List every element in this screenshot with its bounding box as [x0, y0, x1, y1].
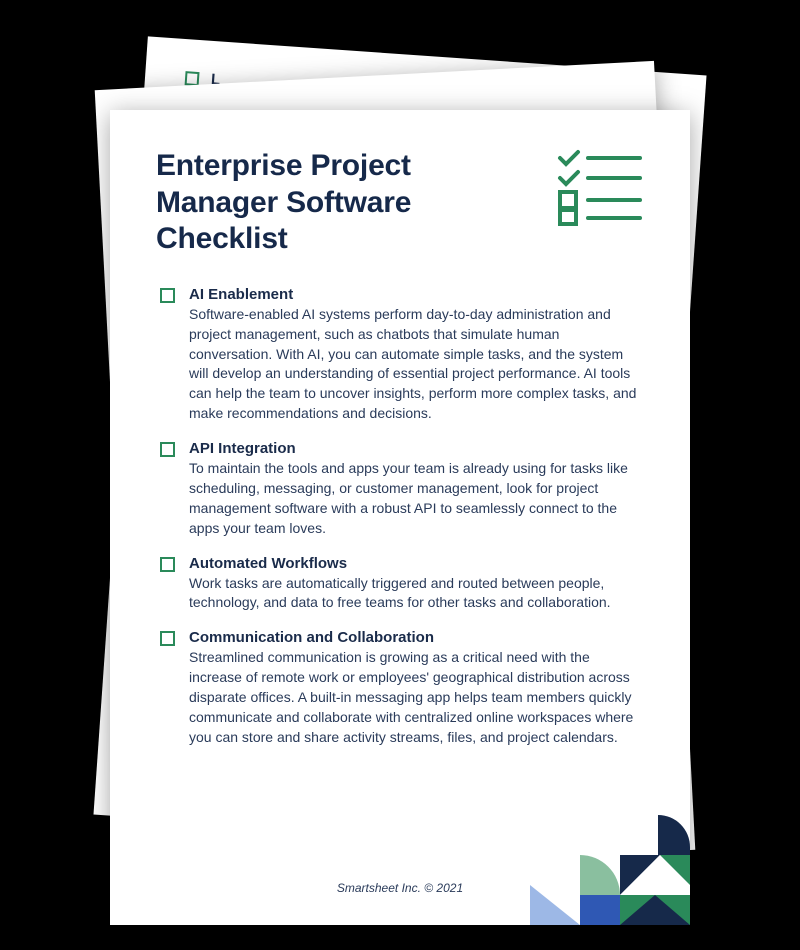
page-header: Enterprise Project Manager Software Chec…: [156, 148, 644, 258]
item-body: API Integration To maintain the tools an…: [189, 440, 644, 539]
item-title: Automated Workflows: [189, 555, 644, 572]
checkbox-icon[interactable]: [160, 442, 175, 457]
checklist-icon: [556, 148, 644, 226]
item-title: AI Enablement: [189, 286, 644, 303]
document-stack: L Customizati Enterprise Project Manager…: [0, 0, 800, 950]
list-item: API Integration To maintain the tools an…: [156, 440, 644, 539]
page-footer: Smartsheet Inc. © 2021: [156, 861, 644, 895]
item-description: Software-enabled AI systems perform day-…: [189, 305, 644, 424]
checkbox-icon[interactable]: [160, 631, 175, 646]
list-item: Automated Workflows Work tasks are autom…: [156, 555, 644, 614]
list-item: Communication and Collaboration Streamli…: [156, 629, 644, 747]
item-description: To maintain the tools and apps your team…: [189, 459, 644, 539]
item-description: Work tasks are automatically triggered a…: [189, 574, 644, 614]
front-page: Enterprise Project Manager Software Chec…: [110, 110, 690, 925]
item-title: Communication and Collaboration: [189, 629, 644, 646]
item-title: API Integration: [189, 440, 644, 457]
item-body: Communication and Collaboration Streamli…: [189, 629, 644, 747]
item-body: AI Enablement Software-enabled AI system…: [189, 286, 644, 424]
checklist-items: AI Enablement Software-enabled AI system…: [156, 286, 644, 861]
checkbox-icon[interactable]: [160, 288, 175, 303]
page-title: Enterprise Project Manager Software Chec…: [156, 148, 516, 258]
checkbox-icon[interactable]: [160, 557, 175, 572]
list-item: AI Enablement Software-enabled AI system…: [156, 286, 644, 424]
item-body: Automated Workflows Work tasks are autom…: [189, 555, 644, 614]
item-description: Streamlined communication is growing as …: [189, 648, 644, 747]
